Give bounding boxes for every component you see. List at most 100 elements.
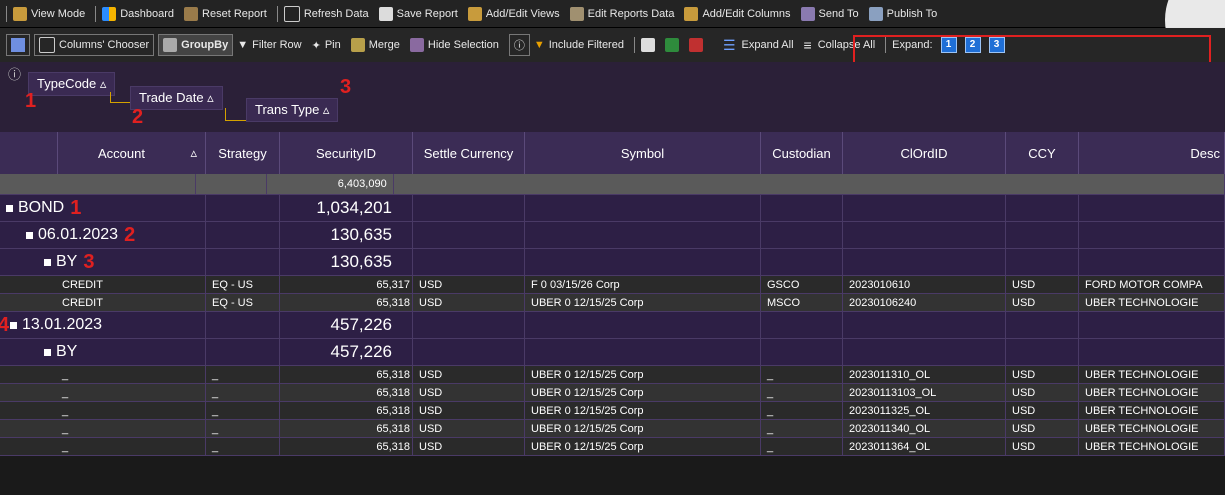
group-cell (761, 312, 843, 339)
add-edit-columns-button[interactable]: Add/Edit Columns (684, 6, 791, 21)
group-cell (206, 222, 280, 249)
group-cell (413, 339, 525, 366)
table-cell: 65,318 (280, 366, 413, 384)
columns-chooser-button[interactable]: Columns' Chooser (34, 34, 155, 56)
column-header-ccy[interactable]: CCY (1006, 132, 1079, 174)
collapse-toggle-icon[interactable] (10, 321, 17, 329)
send-to-button[interactable]: Send To (800, 6, 859, 21)
group-row[interactable]: 13.01.2023 4 457,226 (0, 312, 1225, 339)
group-row[interactable]: BOND 1 1,034,201 (0, 195, 1225, 222)
group-cell (525, 195, 761, 222)
table-cell: _ (206, 420, 280, 438)
table-row[interactable]: CREDIT EQ - US 65,317 USD F 0 03/15/26 Corp G… (0, 276, 1225, 294)
summary-cell (393, 174, 1225, 195)
merge-icon (350, 38, 365, 52)
dashboard-button[interactable]: Dashboard (102, 6, 174, 21)
include-filtered-button[interactable]: ▼ Include Filtered (534, 39, 624, 51)
group-cell (413, 249, 525, 276)
edit-reports-data-button[interactable]: Edit Reports Data (569, 6, 674, 21)
column-header-strategy[interactable]: Strategy (206, 132, 280, 174)
column-header-account[interactable]: Account ▵ (58, 132, 206, 174)
group-label-cell: 06.01.2023 2 (0, 222, 206, 249)
group-total: 130,635 (280, 222, 413, 249)
add-edit-views-button[interactable]: Add/Edit Views (467, 6, 560, 21)
table-cell: USD (413, 438, 525, 456)
publish-to-button[interactable]: Publish To (868, 6, 937, 21)
summary-row: 6,403,090 (0, 174, 1225, 195)
group-chip-typecode[interactable]: TypeCode ▵ (28, 72, 116, 96)
table-cell: 2023011325_OL (843, 402, 1006, 420)
group-row[interactable]: BY 457,226 (0, 339, 1225, 366)
merge-button[interactable]: Merge (350, 38, 400, 52)
info-button[interactable]: ⓘ (508, 34, 530, 56)
group-cell (1079, 339, 1225, 366)
excel-icon (664, 38, 679, 52)
column-header-securityid[interactable]: SecurityID (280, 132, 413, 174)
table-row[interactable]: _ _ 65,318 USD UBER 0 12/15/25 Corp _ 20230113… (0, 402, 1225, 420)
group-cell (1079, 222, 1225, 249)
group-label-cell: BY 3 (0, 249, 206, 276)
collapse-toggle-icon[interactable] (6, 204, 13, 212)
collapse-toggle-icon[interactable] (44, 258, 51, 266)
group-chip-trans-type[interactable]: Trans Type ▵ (246, 98, 339, 122)
annotation-number: 2 (132, 106, 144, 128)
table-row[interactable]: _ _ 65,318 USD UBER 0 12/15/25 Corp _ 20230113… (0, 438, 1225, 456)
table-cell: F 0 03/15/26 Corp (525, 276, 761, 294)
main-toolbar: View Mode Dashboard Reset Report Refresh… (0, 0, 1225, 80)
pdf-export-button[interactable] (688, 38, 707, 52)
table-row[interactable]: _ _ 65,318 USD UBER 0 12/15/25 Corp _ 20230113… (0, 420, 1225, 438)
table-cell: UBER 0 12/15/25 Corp (525, 384, 761, 402)
layout-icon (11, 38, 25, 52)
expand-level-3-button[interactable]: 3 (988, 37, 1005, 53)
column-header-custodian[interactable]: Custodian (761, 132, 843, 174)
table-cell: _ (761, 384, 843, 402)
table-row[interactable]: _ _ 65,318 USD UBER 0 12/15/25 Corp _ 20230113… (0, 366, 1225, 384)
table-cell: _ (206, 402, 280, 420)
column-header-description[interactable]: Desc (1079, 132, 1225, 174)
group-cell (761, 339, 843, 366)
expand-level-2-button[interactable]: 2 (964, 37, 981, 53)
group-label: BY (56, 253, 78, 270)
expand-all-button[interactable]: ☰ Expand All (723, 37, 794, 54)
group-chip-trade-date[interactable]: Trade Date ▵ (130, 86, 223, 110)
group-cell (525, 222, 761, 249)
group-row[interactable]: 06.01.2023 2 130,635 (0, 222, 1225, 249)
layout-toggle-button[interactable] (6, 34, 30, 56)
pin-button[interactable]: ✦ Pin (312, 39, 341, 52)
table-row[interactable]: _ _ 65,318 USD UBER 0 12/15/25 Corp _ 20230113… (0, 384, 1225, 402)
collapse-toggle-icon[interactable] (26, 231, 33, 239)
collapse-all-button[interactable]: ≡ Collapse All (804, 37, 876, 53)
group-cell (525, 312, 761, 339)
column-header-symbol[interactable]: Symbol (525, 132, 761, 174)
group-label-cell: 13.01.2023 4 (0, 312, 206, 339)
view-mode-icon (13, 6, 27, 21)
annotation-number: 1 (70, 196, 82, 219)
table-row[interactable]: CREDIT EQ - US 65,318 USD UBER 0 12/15/25 Co… (0, 294, 1225, 312)
excel-export-button[interactable] (664, 38, 683, 52)
group-cell (843, 312, 1006, 339)
hide-selection-button[interactable]: Hide Selection (409, 38, 499, 52)
reset-report-button[interactable]: Reset Report (184, 6, 267, 21)
refresh-data-button[interactable]: Refresh Data (283, 5, 369, 22)
collapse-toggle-icon[interactable] (44, 348, 51, 356)
save-report-button[interactable]: Save Report (378, 6, 458, 21)
column-header-clordid[interactable]: ClOrdID (843, 132, 1006, 174)
table-cell: UBER 0 12/15/25 Corp (525, 294, 761, 312)
expand-level-1-button[interactable]: 1 (940, 37, 957, 53)
group-cell (413, 312, 525, 339)
filter-row-button[interactable]: ▼ Filter Row (237, 39, 301, 51)
group-row[interactable]: BY 3 130,635 (0, 249, 1225, 276)
group-label: BOND (18, 199, 65, 216)
grid-header: Account ▵ Strategy SecurityID Settle Curr… (0, 132, 1225, 174)
table-cell: USD (1006, 294, 1079, 312)
table-cell: 2023010610 (843, 276, 1006, 294)
table-cell: _ (761, 438, 843, 456)
group-by-button[interactable]: GroupBy (158, 34, 234, 56)
column-header-settle-currency[interactable]: Settle Currency (413, 132, 525, 174)
edit-data-icon (569, 6, 584, 21)
hide-selection-icon (409, 38, 424, 52)
sort-asc-icon: ▵ (190, 145, 197, 160)
toolbar-separator (95, 5, 97, 22)
view-mode-button[interactable]: View Mode (13, 6, 85, 21)
print-button[interactable] (640, 38, 659, 52)
